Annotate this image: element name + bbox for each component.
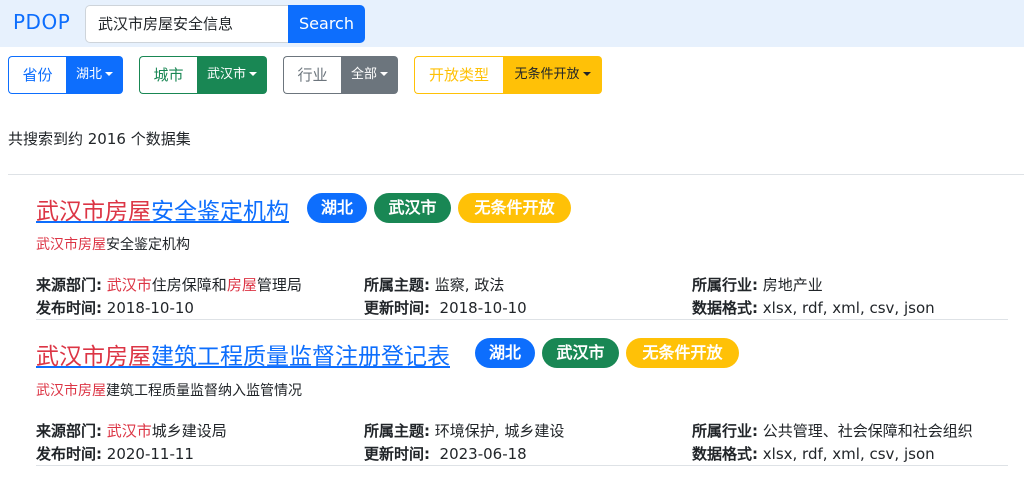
filter-open-type: 开放类型 无条件开放 [414,56,602,94]
filter-province-value: 湖北 [75,67,102,82]
filter-province: 省份 湖北 [8,56,123,94]
filter-industry: 行业 全部 [283,56,398,94]
filter-open-type-dropdown[interactable]: 无条件开放 [503,56,602,94]
meta-industry: 所属行业: 房地产业 [692,276,823,294]
result-count: 共搜索到约 2016 个数据集 [8,130,191,148]
filter-city-dropdown[interactable]: 武汉市 [197,56,267,94]
open-type-badge: 无条件开放 [626,338,739,368]
brand-logo[interactable]: PDOP [13,10,70,34]
meta-source: 来源部门: 武汉市城乡建设局 [36,422,227,440]
meta-format-value: xlsx, rdf, xml, csv, json [762,299,935,317]
filter-industry-label: 行业 [283,56,341,94]
meta-topic: 所属主题: 监察, 政法 [364,276,505,294]
filter-city: 城市 武汉市 [139,56,267,94]
caret-down-icon [249,71,257,76]
meta-topic: 所属主题: 环境保护, 城乡建设 [364,422,565,440]
filter-province-dropdown[interactable]: 湖北 [66,56,123,94]
filter-city-value: 武汉市 [206,67,246,82]
meta-published-value: 2020-11-11 [106,445,194,463]
result-item: 武汉市房屋建筑工程质量监督注册登记表 湖北 武汉市 无条件开放 武汉市房屋建筑工… [36,337,1016,465]
province-badge: 湖北 [475,338,535,368]
search-input[interactable]: 武汉市房屋安全信息 [85,5,289,43]
meta-industry: 所属行业: 公共管理、社会保障和社会组织 [692,422,973,440]
meta-updated: 更新时间: 2018-10-10 [364,299,527,317]
caret-down-icon [582,71,591,76]
result-item: 武汉市房屋安全鉴定机构 湖北 武汉市 无条件开放 武汉市房屋安全鉴定机构 来源部… [36,192,1016,318]
meta-format-value: xlsx, rdf, xml, csv, json [762,445,935,463]
meta-updated-value: 2023-06-18 [439,445,527,463]
meta-updated: 更新时间: 2023-06-18 [364,445,527,463]
meta-format: 数据格式: xlsx, rdf, xml, csv, json [692,445,935,463]
meta-topic-value: 环境保护, 城乡建设 [434,422,565,440]
caret-down-icon [380,71,388,76]
meta-updated-value: 2018-10-10 [439,299,527,317]
filter-province-label: 省份 [8,56,66,94]
filter-open-type-label: 开放类型 [414,56,503,94]
open-type-badge: 无条件开放 [458,193,571,223]
meta-industry-value: 公共管理、社会保障和社会组织 [762,422,973,440]
result-description: 武汉市房屋建筑工程质量监督纳入监管情况 [36,383,302,399]
meta-format: 数据格式: xlsx, rdf, xml, csv, json [692,299,935,317]
search-button[interactable]: Search [288,5,365,43]
divider [36,319,1008,320]
meta-topic-value: 监察, 政法 [434,276,505,294]
meta-source-value: 武汉市城乡建设局 [106,422,227,440]
meta-published-value: 2018-10-10 [106,299,194,317]
result-title-link[interactable]: 武汉市房屋安全鉴定机构 [36,192,289,226]
caret-down-icon [105,71,113,76]
meta-published: 发布时间: 2020-11-11 [36,445,194,463]
filter-industry-value: 全部 [350,67,377,82]
filter-open-type-value: 无条件开放 [514,67,580,82]
filter-city-label: 城市 [139,56,197,94]
result-title-link[interactable]: 武汉市房屋建筑工程质量监督注册登记表 [36,337,450,371]
divider [36,465,1008,466]
top-navbar: PDOP 武汉市房屋安全信息 Search [0,0,1024,47]
city-badge: 武汉市 [374,193,451,223]
province-badge: 湖北 [307,193,367,223]
meta-source-value: 武汉市住房保障和房屋管理局 [106,276,302,294]
city-badge: 武汉市 [542,338,619,368]
meta-industry-value: 房地产业 [762,276,823,294]
meta-source: 来源部门: 武汉市住房保障和房屋管理局 [36,276,302,294]
meta-published: 发布时间: 2018-10-10 [36,299,194,317]
filter-industry-dropdown[interactable]: 全部 [341,56,398,94]
divider [8,174,1024,175]
result-description: 武汉市房屋安全鉴定机构 [36,237,190,253]
